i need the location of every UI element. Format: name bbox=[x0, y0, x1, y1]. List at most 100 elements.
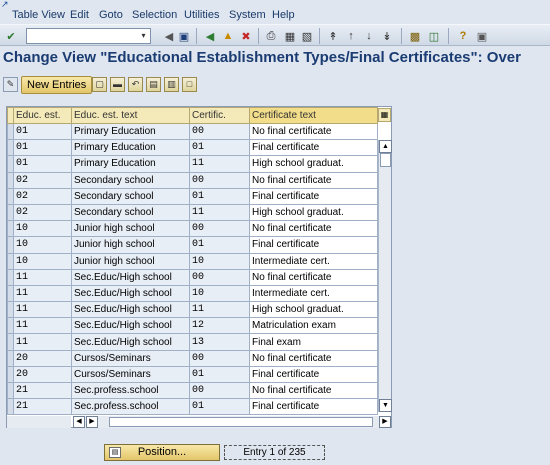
print-icon[interactable]: ⎙ bbox=[263, 28, 279, 44]
horizontal-scrollbar[interactable]: ◀ ▶ ▶ bbox=[73, 416, 391, 428]
cell-educ-est-text: Primary Education bbox=[71, 139, 190, 157]
cell-educ-est-text: Sec.Educ/High school bbox=[71, 317, 190, 335]
enter-icon[interactable]: ✔ bbox=[3, 28, 19, 44]
table-row: 21 Sec.profess.school 01 Final certificate bbox=[7, 398, 378, 416]
cell-certific: 01 bbox=[189, 365, 250, 384]
select-all-icon[interactable]: ▤ bbox=[146, 77, 161, 92]
horizontal-scroll-thumb[interactable] bbox=[109, 417, 373, 427]
history-back-icon[interactable]: ◀ bbox=[161, 28, 177, 44]
menu-goto[interactable]: Goto bbox=[99, 9, 123, 21]
cell-educ-est-text: Cursos/Seminars bbox=[71, 365, 190, 384]
col-header-certificate-text[interactable]: Certificate text bbox=[249, 107, 378, 124]
deselect-all-icon[interactable]: □ bbox=[182, 77, 197, 92]
cell-certificate-text[interactable]: No final certificate bbox=[249, 122, 378, 141]
select-block-icon[interactable]: ▥ bbox=[164, 77, 179, 92]
scroll-left-icon[interactable]: ◀ bbox=[73, 416, 85, 428]
back-icon[interactable]: ◀ bbox=[202, 28, 218, 44]
table-row: 21 Sec.profess.school 00 No final certifica… bbox=[7, 381, 378, 400]
scroll-down-icon[interactable]: ▼ bbox=[379, 399, 392, 412]
command-field[interactable]: ▾ bbox=[26, 28, 151, 44]
create-session-icon[interactable]: ▩ bbox=[407, 28, 423, 44]
find-icon[interactable]: ▦ bbox=[282, 28, 298, 44]
command-dropdown-icon[interactable]: ▾ bbox=[138, 30, 149, 42]
copy-as-icon[interactable]: ▢ bbox=[92, 77, 107, 92]
cell-certific: 00 bbox=[189, 349, 250, 367]
cell-certificate-text[interactable]: No final certificate bbox=[249, 381, 378, 400]
delete-icon[interactable]: ▬ bbox=[110, 77, 125, 92]
new-entries-button[interactable]: New Entries bbox=[21, 76, 93, 94]
find-next-icon[interactable]: ▧ bbox=[299, 28, 315, 44]
cancel-icon[interactable]: ✖ bbox=[238, 28, 254, 44]
cell-educ-est-text: Secondary school bbox=[71, 203, 190, 222]
table-row: 02 Secondary school 00 No final certificate bbox=[7, 171, 378, 189]
cell-certificate-text[interactable]: Final certificate bbox=[249, 365, 378, 384]
cell-educ-est: 01 bbox=[13, 139, 72, 157]
menu-selection[interactable]: Selection bbox=[132, 9, 177, 21]
menu-bar: Table View Edit Goto Selection Utilities… bbox=[0, 7, 550, 23]
cell-certificate-text[interactable]: No final certificate bbox=[249, 171, 378, 189]
table-row: 11 Sec.Educ/High school 12 Matriculation ex… bbox=[7, 317, 378, 335]
last-page-icon[interactable]: ↡ bbox=[379, 28, 395, 44]
change-display-icon[interactable]: ✎ bbox=[3, 77, 18, 92]
data-table: Educ. est. Educ. est. text Certific. Cer… bbox=[7, 107, 378, 416]
cell-certific: 00 bbox=[189, 220, 250, 238]
table-row: 10 Junior high school 00 No final certifica… bbox=[7, 220, 378, 238]
cell-educ-est-text: Sec.Educ/High school bbox=[71, 333, 190, 351]
previous-page-icon[interactable]: ↑ bbox=[343, 28, 359, 44]
menu-table-view[interactable]: Table View bbox=[12, 9, 65, 21]
cell-certificate-text[interactable]: High school graduat. bbox=[249, 301, 378, 319]
save-icon[interactable]: ▣ bbox=[176, 28, 192, 44]
exit-icon[interactable]: ▲ bbox=[220, 28, 236, 44]
cell-educ-est-text: Sec.profess.school bbox=[71, 381, 190, 400]
cell-certificate-text[interactable]: Final certificate bbox=[249, 139, 378, 157]
col-header-educ-est[interactable]: Educ. est. bbox=[13, 107, 72, 124]
cell-educ-est: 01 bbox=[13, 122, 72, 141]
table-row: 20 Cursos/Seminars 00 No final certificate bbox=[7, 349, 378, 367]
cell-educ-est: 11 bbox=[13, 301, 72, 319]
toolbar-separator bbox=[258, 28, 259, 44]
command-input[interactable] bbox=[27, 29, 137, 43]
layout-icon[interactable]: ▣ bbox=[474, 28, 490, 44]
toolbar-separator bbox=[448, 28, 449, 44]
position-button[interactable]: ▤ Position... bbox=[104, 444, 220, 461]
scroll-right-icon[interactable]: ▶ bbox=[86, 416, 98, 428]
cell-certific: 12 bbox=[189, 317, 250, 335]
cell-certificate-text[interactable]: Intermediate cert. bbox=[249, 252, 378, 270]
cell-educ-est-text: Sec.Educ/High school bbox=[71, 268, 190, 286]
table-control: Educ. est. Educ. est. text Certific. Cer… bbox=[6, 106, 392, 428]
cell-certificate-text[interactable]: Final certificate bbox=[249, 398, 378, 416]
scroll-right-end-icon[interactable]: ▶ bbox=[379, 416, 391, 428]
vertical-scroll-thumb[interactable] bbox=[380, 153, 391, 167]
cell-certific: 01 bbox=[189, 187, 250, 205]
table-settings-icon[interactable]: ▦ bbox=[378, 108, 391, 122]
cell-educ-est-text: Secondary school bbox=[71, 187, 190, 205]
next-page-icon[interactable]: ↓ bbox=[361, 28, 377, 44]
cell-certificate-text[interactable]: Final certificate bbox=[249, 236, 378, 254]
cell-certificate-text[interactable]: Matriculation exam bbox=[249, 317, 378, 335]
cell-certific: 00 bbox=[189, 171, 250, 189]
menu-utilities[interactable]: Utilities bbox=[184, 9, 219, 21]
cell-certificate-text[interactable]: High school graduat. bbox=[249, 155, 378, 173]
first-page-icon[interactable]: ↟ bbox=[325, 28, 341, 44]
undo-change-icon[interactable]: ↶ bbox=[128, 77, 143, 92]
shortcut-icon[interactable]: ◫ bbox=[426, 28, 442, 44]
col-header-educ-est-text[interactable]: Educ. est. text bbox=[71, 107, 190, 124]
cell-certificate-text[interactable]: Final certificate bbox=[249, 187, 378, 205]
table-row: 01 Primary Education 11 High school graduat… bbox=[7, 155, 378, 173]
cell-certificate-text[interactable]: Intermediate cert. bbox=[249, 284, 378, 303]
scroll-up-icon[interactable]: ▲ bbox=[379, 140, 392, 153]
menu-edit[interactable]: Edit bbox=[70, 9, 89, 21]
cell-educ-est-text: Secondary school bbox=[71, 171, 190, 189]
help-icon[interactable]: ? bbox=[455, 28, 471, 44]
cell-educ-est: 11 bbox=[13, 284, 72, 303]
cell-certificate-text[interactable]: No final certificate bbox=[249, 220, 378, 238]
vertical-scrollbar[interactable]: ▲ ▼ bbox=[378, 140, 392, 412]
cell-certificate-text[interactable]: No final certificate bbox=[249, 268, 378, 286]
cell-certificate-text[interactable]: No final certificate bbox=[249, 349, 378, 367]
menu-help[interactable]: Help bbox=[272, 9, 295, 21]
table-row: 01 Primary Education 00 No final certificat… bbox=[7, 122, 378, 141]
cell-certificate-text[interactable]: High school graduat. bbox=[249, 203, 378, 222]
menu-system[interactable]: System bbox=[229, 9, 266, 21]
cell-certificate-text[interactable]: Final exam bbox=[249, 333, 378, 351]
col-header-certific[interactable]: Certific. bbox=[189, 107, 250, 124]
